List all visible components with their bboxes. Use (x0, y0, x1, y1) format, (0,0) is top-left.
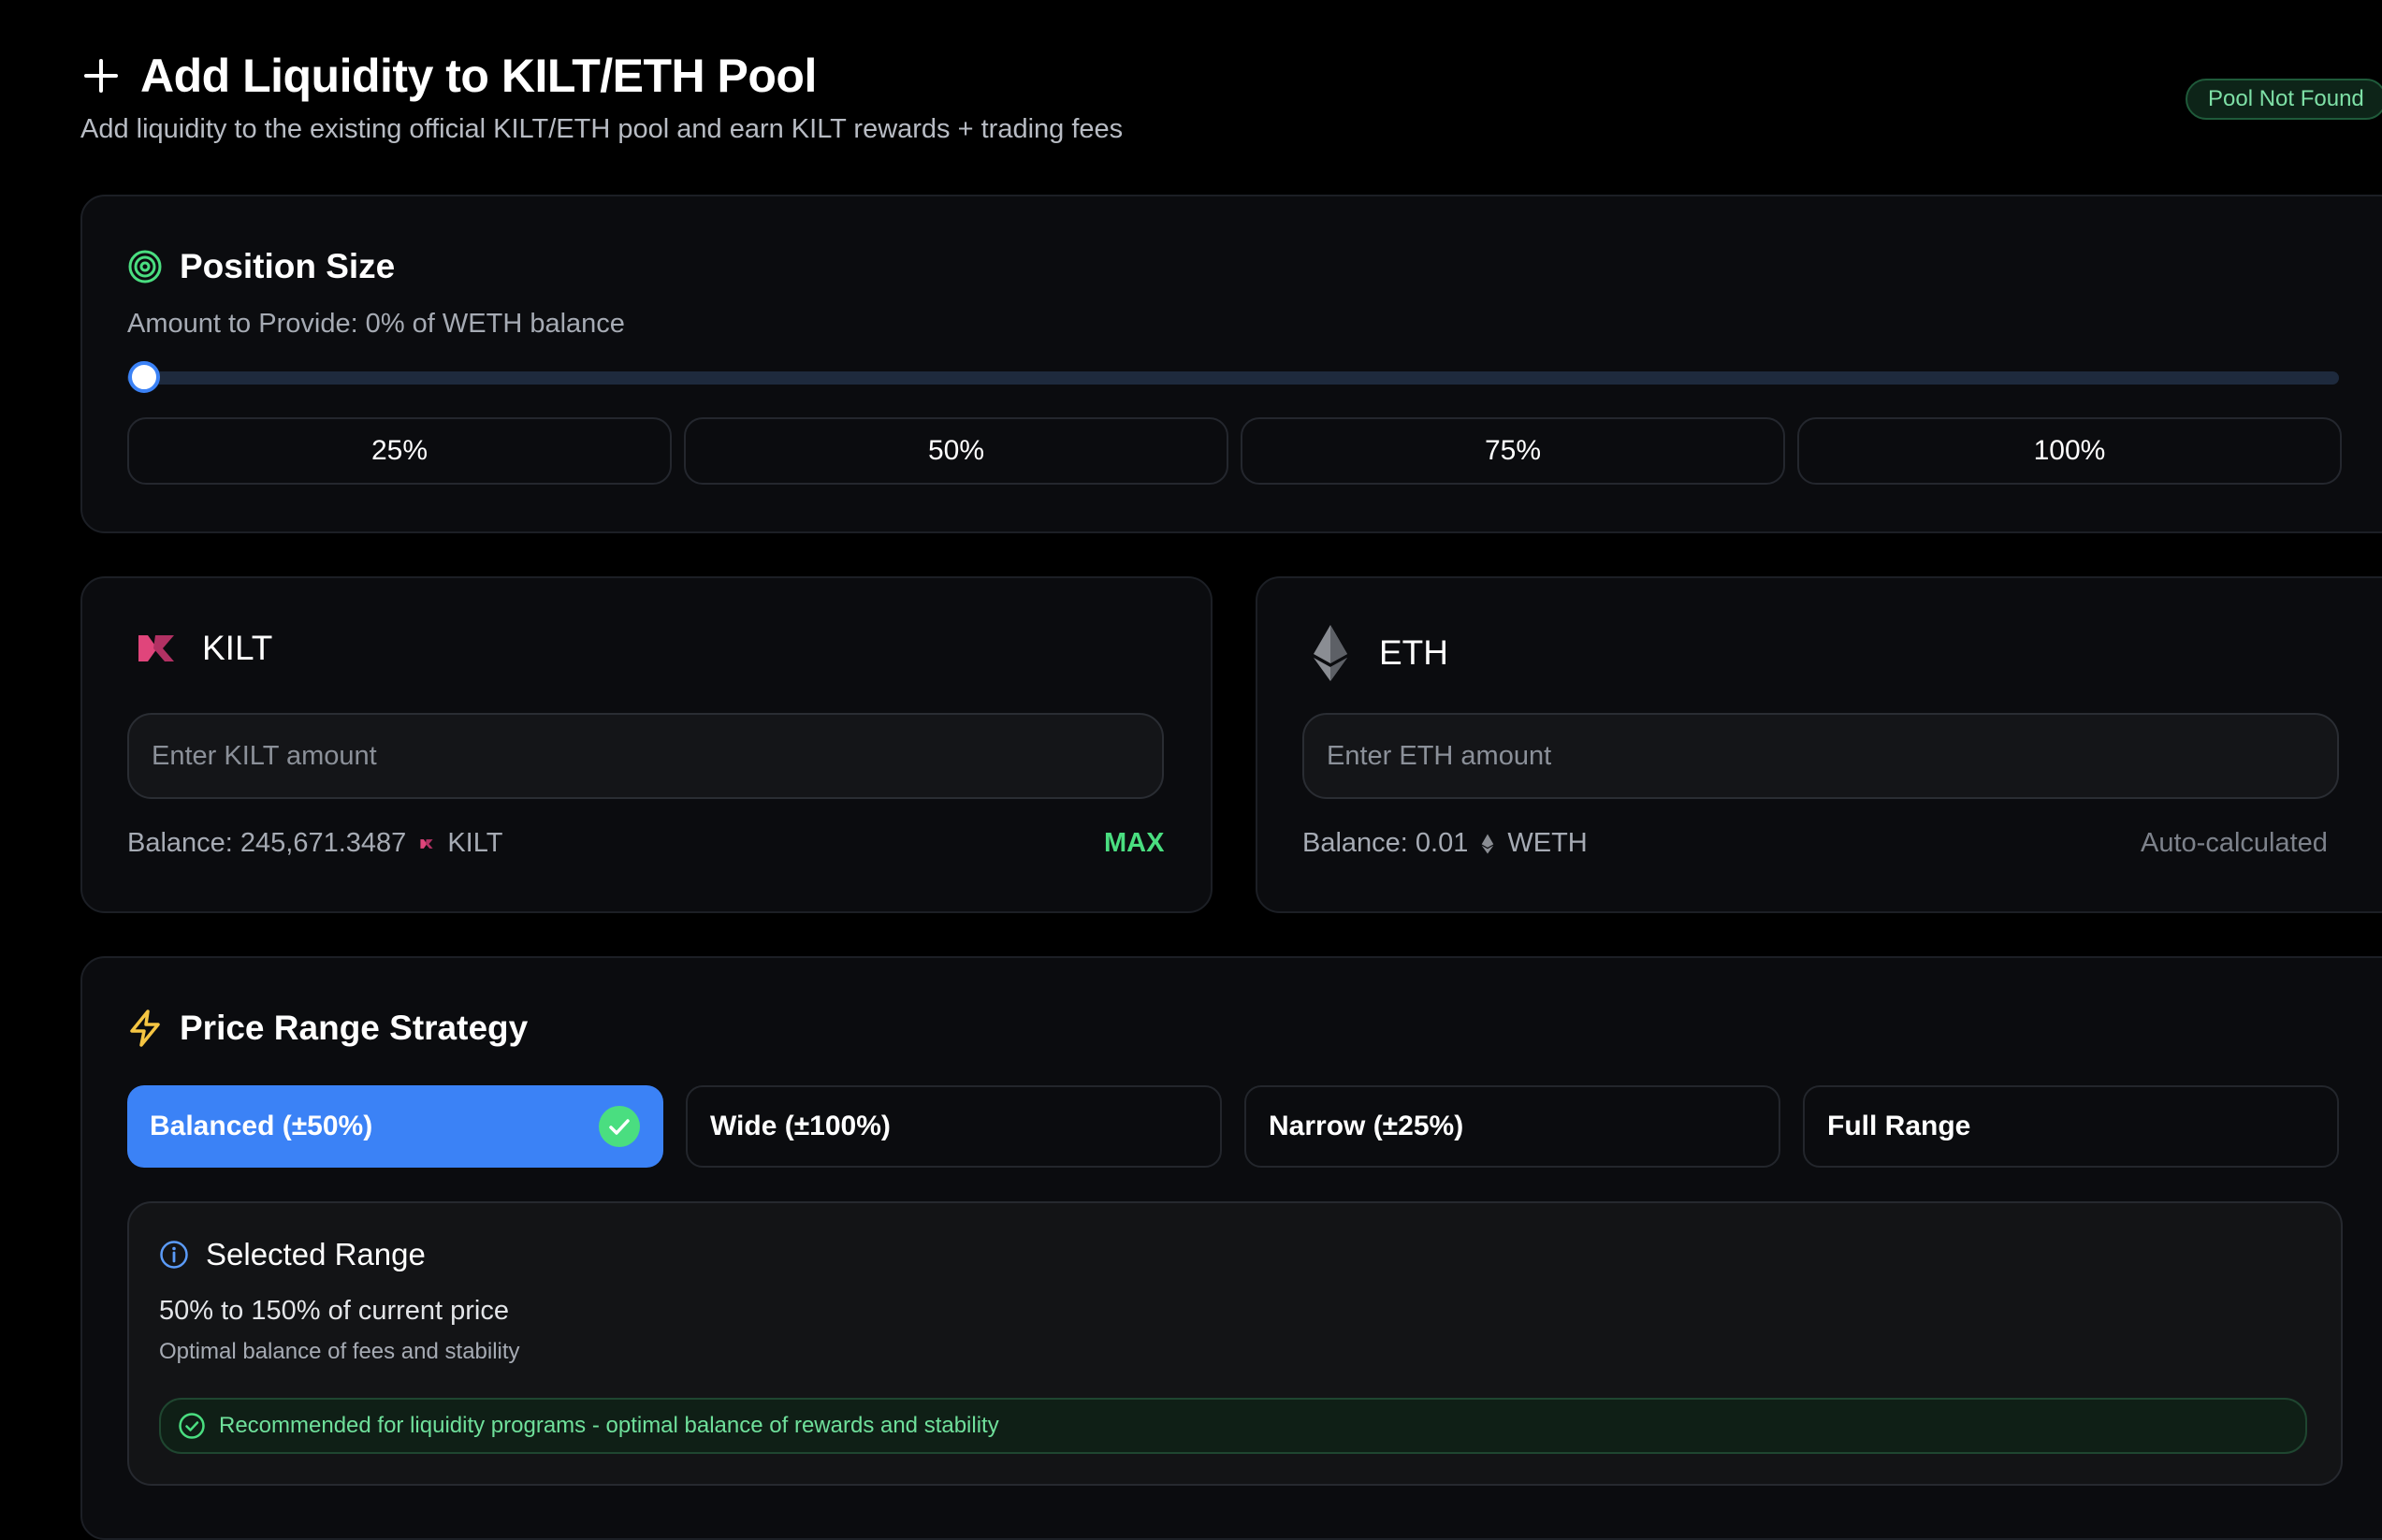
page-header: Add Liquidity to KILT/ETH Pool (82, 49, 817, 103)
recommendation-text: Recommended for liquidity programs - opt… (219, 1413, 999, 1438)
selected-range-header: Selected Range (159, 1237, 426, 1272)
position-size-title: Position Size (180, 247, 396, 285)
strategy-full-range-option[interactable]: Full Range (1803, 1085, 2339, 1168)
ethereum-icon (1314, 625, 1347, 681)
strategy-balanced-label: Balanced (±50%) (150, 1111, 373, 1141)
price-range-title: Price Range Strategy (180, 1009, 529, 1047)
kilt-balance: Balance: 245,671.3487 KILT (127, 828, 502, 859)
amount-label: Amount to Provide: 0% of WETH balance (127, 309, 625, 339)
check-circle-outline-icon (179, 1413, 205, 1439)
eth-token-label: ETH (1379, 633, 1448, 672)
amount-slider[interactable] (127, 371, 2339, 385)
max-button[interactable]: MAX (1104, 828, 1164, 859)
recommendation-banner: Recommended for liquidity programs - opt… (159, 1398, 2307, 1454)
lightning-icon (130, 1010, 160, 1047)
preset-75-button[interactable]: 75% (1241, 417, 1785, 485)
page-title: Add Liquidity to KILT/ETH Pool (140, 50, 817, 102)
kilt-small-icon (420, 838, 433, 849)
selected-range-value: 50% to 150% of current price (159, 1296, 509, 1326)
strategy-balanced-option[interactable]: Balanced (±50%) (127, 1085, 663, 1168)
kilt-balance-symbol: KILT (447, 828, 503, 858)
preset-50-button[interactable]: 50% (684, 417, 1228, 485)
preset-25-button[interactable]: 25% (127, 417, 672, 485)
selected-range-title: Selected Range (206, 1237, 426, 1271)
position-size-header: Position Size (127, 247, 395, 286)
eth-header: ETH (1312, 623, 1448, 683)
auto-calculated-note: Auto-calculated (2141, 828, 2328, 858)
kilt-logo-icon (138, 635, 174, 661)
eth-balance-symbol: WETH (1507, 828, 1588, 858)
kilt-amount-input[interactable] (127, 713, 1164, 799)
kilt-header: KILT (135, 629, 272, 668)
preset-100-button[interactable]: 100% (1797, 417, 2342, 485)
price-range-header: Price Range Strategy (127, 1009, 528, 1048)
plus-icon (84, 59, 118, 93)
eth-balance: Balance: 0.01 WETH (1302, 828, 1588, 859)
strategy-wide-option[interactable]: Wide (±100%) (686, 1085, 1222, 1168)
strategy-narrow-option[interactable]: Narrow (±25%) (1244, 1085, 1780, 1168)
ethereum-small-icon (1482, 834, 1494, 853)
check-circle-icon (599, 1106, 640, 1147)
kilt-token-label: KILT (202, 629, 273, 667)
info-icon (160, 1241, 188, 1269)
target-icon (128, 250, 162, 283)
status-badge: Pool Not Found (2186, 79, 2382, 120)
eth-balance-value: Balance: 0.01 (1302, 828, 1469, 858)
kilt-balance-value: Balance: 245,671.3487 (127, 828, 407, 858)
eth-amount-input[interactable] (1302, 713, 2339, 799)
slider-thumb[interactable] (128, 361, 160, 393)
selected-range-description: Optimal balance of fees and stability (159, 1339, 520, 1364)
page-subtitle: Add liquidity to the existing official K… (80, 114, 1124, 144)
